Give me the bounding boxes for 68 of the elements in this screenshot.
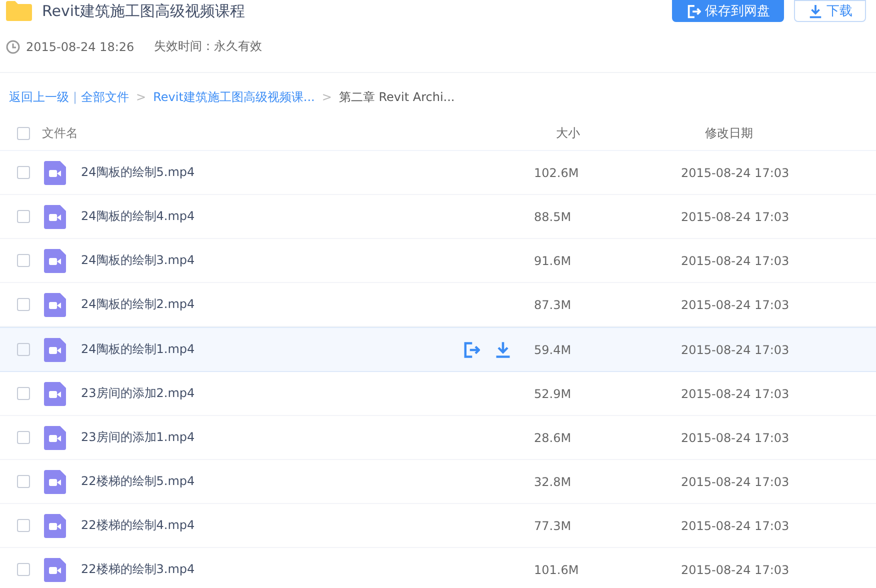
file-name[interactable]: 22楼梯的绘制3.mp4 — [81, 561, 391, 578]
video-file-icon — [44, 338, 66, 362]
column-header[interactable]: 大小 — [556, 124, 705, 142]
file-size: 32.8M — [534, 474, 572, 488]
breadcrumb-arrow: > — [322, 90, 332, 104]
file-name[interactable]: 24陶板的绘制5.mp4 — [81, 164, 391, 181]
folder-title: Revit建筑施工图高级视频课程 — [42, 2, 245, 20]
row-checkbox[interactable] — [17, 343, 30, 356]
video-file-icon — [44, 558, 66, 582]
modified-date: 2015-08-24 17:03 — [681, 210, 790, 224]
row-checkbox[interactable] — [17, 298, 30, 311]
file-name[interactable]: 24陶板的绘制3.mp4 — [81, 252, 391, 269]
modified-date: 2015-08-24 17:03 — [681, 430, 790, 444]
file-name[interactable]: 24陶板的绘制4.mp4 — [81, 208, 391, 225]
download-icon — [808, 4, 822, 18]
video-file-icon — [44, 248, 66, 272]
row-checkbox[interactable] — [17, 387, 30, 400]
video-file-icon — [44, 470, 66, 494]
file-name[interactable]: 22楼梯的绘制5.mp4 — [81, 473, 391, 490]
column-header[interactable]: 文件名 — [42, 124, 556, 142]
row-checkbox[interactable] — [17, 166, 30, 179]
file-size: 102.6M — [534, 166, 580, 180]
row-checkbox[interactable] — [17, 519, 30, 532]
file-size: 88.5M — [534, 210, 572, 224]
row-checkbox[interactable] — [17, 475, 30, 488]
modified-date: 2015-08-24 17:03 — [681, 166, 790, 180]
row-checkbox[interactable] — [17, 563, 30, 576]
file-size: 77.3M — [534, 518, 572, 532]
expiry-text: 失效时间：永久有效 — [154, 38, 262, 55]
file-size: 28.6M — [534, 430, 572, 444]
breadcrumb-arrow: > — [136, 90, 146, 104]
save-icon[interactable] — [462, 340, 480, 358]
video-file-icon — [44, 382, 66, 406]
column-header[interactable]: 修改日期 — [705, 124, 753, 142]
modified-date: 2015-08-24 17:03 — [681, 386, 790, 400]
file-name[interactable]: 22楼梯的绘制4.mp4 — [81, 517, 391, 534]
modified-date: 2015-08-24 17:03 — [681, 342, 790, 356]
row-checkbox[interactable] — [17, 210, 30, 223]
file-size: 101.6M — [534, 562, 580, 576]
video-file-icon — [44, 292, 66, 316]
breadcrumb-current: 第二章 Revit Archi... — [338, 88, 455, 106]
modified-date: 2015-08-24 17:03 — [681, 474, 790, 488]
select-all-checkbox[interactable] — [17, 126, 30, 140]
download-icon[interactable] — [494, 340, 512, 358]
file-size: 91.6M — [534, 254, 572, 268]
video-file-icon — [44, 426, 66, 450]
separator: | — [73, 90, 78, 104]
video-file-icon — [44, 514, 66, 538]
file-size: 52.9M — [534, 386, 572, 400]
file-name[interactable]: 23房间的添加2.mp4 — [81, 385, 391, 402]
file-name[interactable]: 23房间的添加1.mp4 — [81, 429, 391, 446]
clock-icon — [6, 40, 20, 54]
modified-date: 2015-08-24 17:03 — [681, 562, 790, 576]
file-size: 87.3M — [534, 298, 572, 312]
file-row[interactable]: 24陶板的绘制1.mp4 59.4M 2015-08-24 17:03 — [0, 327, 876, 372]
modified-date: 2015-08-24 17:03 — [681, 518, 790, 532]
modified-date: 2015-08-24 17:03 — [681, 254, 790, 268]
save-icon — [686, 4, 701, 18]
video-file-icon — [44, 204, 66, 228]
file-name[interactable]: 24陶板的绘制1.mp4 — [81, 341, 391, 358]
row-checkbox[interactable] — [17, 431, 30, 444]
file-size: 59.4M — [534, 342, 572, 356]
modified-date: 2015-08-24 17:03 — [681, 298, 790, 312]
folder-icon — [6, 1, 32, 21]
row-checkbox[interactable] — [17, 254, 30, 267]
created-time: 2015-08-24 18:26 — [26, 40, 134, 54]
video-file-icon — [44, 160, 66, 184]
file-name[interactable]: 24陶板的绘制2.mp4 — [81, 296, 391, 313]
